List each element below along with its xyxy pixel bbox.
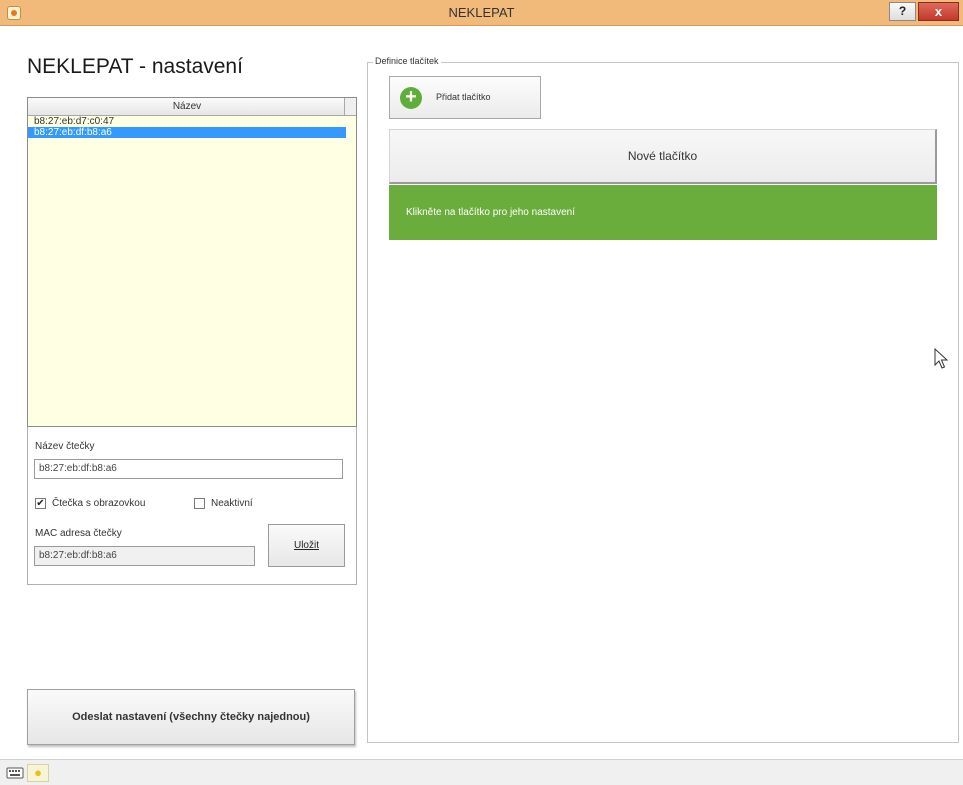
screen-reader-checkbox[interactable]: ✔ — [35, 498, 46, 509]
new-button-tile[interactable]: Nové tlačítko — [389, 129, 937, 184]
column-header-name[interactable]: Název — [28, 98, 346, 115]
keyboard-icon[interactable] — [6, 766, 24, 780]
group-legend: Definice tlačítek — [373, 56, 441, 66]
save-button[interactable]: Uložit — [268, 524, 345, 567]
hint-bar: Klikněte na tlačítko pro jeho nastavení — [389, 185, 937, 240]
add-button-button[interactable]: + Přidat tlačítko — [389, 76, 541, 119]
list-item[interactable]: b8:27:eb:d7:c0:47 — [28, 116, 356, 127]
page-title: NEKLEPAT - nastavení — [27, 55, 243, 78]
reader-name-input[interactable]: b8:27:eb:df:b8:a6 — [34, 459, 343, 479]
inactive-label: Neaktivní — [211, 498, 253, 509]
add-button-label: Přidat tlačítko — [436, 92, 491, 102]
mouse-cursor-icon — [934, 348, 949, 369]
help-button[interactable]: ? — [889, 2, 916, 21]
reader-list[interactable]: Název b8:27:eb:d7:c0:47 b8:27:eb:df:b8:a… — [27, 97, 357, 427]
reader-name-label: Název čtečky — [35, 441, 95, 452]
close-button[interactable]: x — [918, 2, 959, 21]
list-header[interactable]: Název — [28, 98, 356, 116]
inactive-checkbox[interactable] — [194, 498, 205, 509]
mac-address-field: b8:27:eb:df:b8:a6 — [34, 546, 255, 566]
list-item-selected[interactable]: b8:27:eb:df:b8:a6 — [28, 127, 346, 138]
screen-reader-label: Čtečka s obrazovkou — [52, 498, 146, 509]
title-bar: NEKLEPAT ? x — [0, 0, 963, 26]
lightbulb-icon[interactable]: ● — [27, 764, 49, 782]
window-title: NEKLEPAT — [448, 5, 515, 20]
status-bar: ● — [0, 759, 963, 785]
mac-address-label: MAC adresa čtečky — [35, 528, 122, 539]
send-all-settings-button[interactable]: Odeslat nastavení (všechny čtečky najedn… — [27, 689, 355, 745]
scrollbar[interactable] — [344, 98, 356, 115]
plus-circle-icon: + — [400, 87, 422, 109]
